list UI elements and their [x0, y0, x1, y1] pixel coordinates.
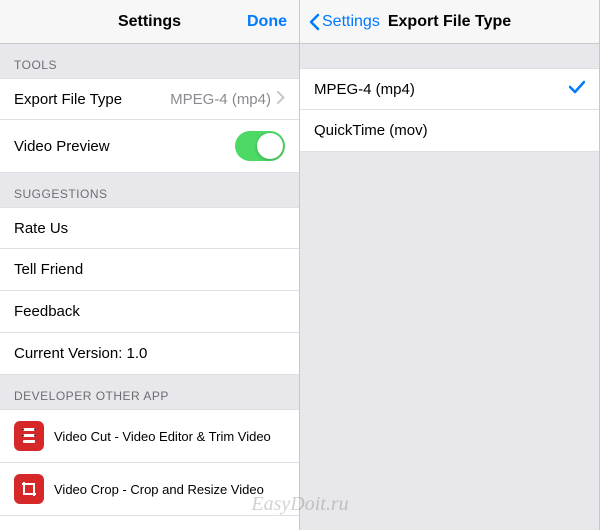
chevron-right-icon: [277, 91, 285, 108]
back-label: Settings: [322, 13, 380, 31]
suggestions-section-header: SUGGESTIONS: [0, 173, 299, 207]
preview-label: Video Preview: [14, 138, 235, 155]
version-row: Current Version: 1.0: [0, 333, 299, 375]
export-value: MPEG-4 (mp4): [170, 91, 271, 108]
video-cut-icon: [14, 421, 44, 451]
chevron-left-icon: [308, 13, 320, 31]
back-button[interactable]: Settings: [308, 13, 380, 31]
settings-navbar: Settings Done: [0, 0, 299, 44]
settings-panel: Settings Done TOOLS Export File Type MPE…: [0, 0, 300, 530]
export-type-panel: Settings Export File Type MPEG-4 (mp4) Q…: [300, 0, 600, 530]
video-preview-toggle[interactable]: [235, 131, 285, 161]
developer-section-header: DEVELOPER OTHER APP: [0, 375, 299, 409]
video-preview-row: Video Preview: [0, 120, 299, 173]
video-crop-icon: [14, 474, 44, 504]
done-button[interactable]: Done: [247, 13, 287, 31]
export-label: Export File Type: [14, 91, 170, 108]
export-file-type-row[interactable]: Export File Type MPEG-4 (mp4): [0, 78, 299, 120]
app1-row[interactable]: Video Cut - Video Editor & Trim Video: [0, 409, 299, 463]
option-mov-row[interactable]: QuickTime (mov): [300, 110, 599, 152]
app2-row[interactable]: Video Crop - Crop and Resize Video: [0, 463, 299, 516]
settings-content: TOOLS Export File Type MPEG-4 (mp4) Vide…: [0, 44, 299, 530]
tools-section-header: TOOLS: [0, 44, 299, 78]
more-apps-row[interactable]: More: [0, 516, 299, 530]
tell-friend-row[interactable]: Tell Friend: [0, 249, 299, 291]
checkmark-icon: [569, 80, 585, 98]
option-mp4-row[interactable]: MPEG-4 (mp4): [300, 68, 599, 110]
feedback-row[interactable]: Feedback: [0, 291, 299, 333]
export-navbar: Settings Export File Type: [300, 0, 599, 44]
settings-title: Settings: [118, 13, 181, 31]
export-content: MPEG-4 (mp4) QuickTime (mov): [300, 44, 599, 530]
rate-us-row[interactable]: Rate Us: [0, 207, 299, 249]
export-title: Export File Type: [388, 13, 511, 31]
